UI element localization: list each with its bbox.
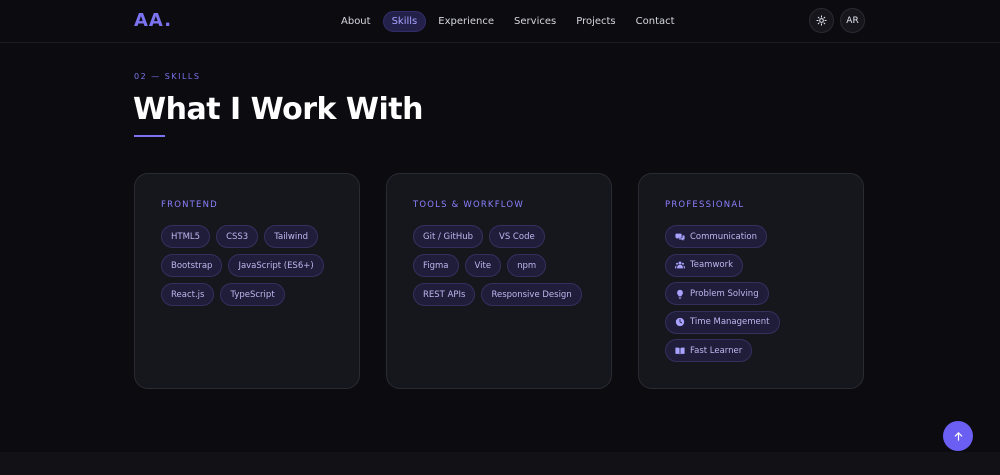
nav-link-experience[interactable]: Experience: [430, 12, 502, 31]
skill-chip[interactable]: Tailwind: [264, 225, 319, 248]
skill-chip[interactable]: JavaScript (ES6+): [228, 254, 324, 277]
nav-actions: AR: [809, 8, 865, 33]
theme-toggle-button[interactable]: [809, 8, 834, 33]
skill-chip-fast-learner[interactable]: Fast Learner: [665, 339, 753, 362]
scroll-to-top-button[interactable]: [943, 421, 973, 451]
brand-logo[interactable]: AA.: [134, 10, 172, 31]
card-title: TOOLS & WORKFLOW: [413, 200, 524, 210]
chip-label: Time Management: [690, 317, 770, 327]
card-title: FRONTEND: [161, 200, 218, 210]
skills-card-tools: TOOLS & WORKFLOW Git / GitHub VS Code Fi…: [386, 173, 612, 389]
chip-label: Fast Learner: [690, 345, 743, 356]
skill-chip[interactable]: Figma: [413, 254, 459, 277]
skill-chip-communication[interactable]: Communication: [665, 225, 767, 248]
chat-icon: [675, 233, 685, 241]
section-eyebrow: 02 — SKILLS: [134, 72, 201, 81]
skill-chip-problem-solving[interactable]: Problem Solving: [665, 282, 769, 305]
card-title: PROFESSIONAL: [665, 200, 745, 210]
skill-chip[interactable]: Bootstrap: [161, 254, 223, 277]
skill-chip[interactable]: Responsive Design: [481, 283, 582, 306]
section-title: What I Work With: [133, 92, 423, 127]
skill-chip[interactable]: VS Code: [489, 225, 545, 248]
skill-chip[interactable]: React.js: [161, 283, 215, 306]
skill-chip-time-management[interactable]: Time Management: [665, 310, 780, 334]
nav-link-projects[interactable]: Projects: [568, 12, 623, 31]
skill-chip[interactable]: REST APIs: [413, 283, 476, 306]
skill-chip[interactable]: TypeScript: [220, 283, 285, 306]
skill-chip[interactable]: CSS3: [216, 225, 259, 248]
nav-link-contact[interactable]: Contact: [628, 12, 683, 31]
chip-label: Teamwork: [690, 260, 734, 270]
sun-icon: [816, 15, 827, 26]
top-navbar: AA. About Skills Experience Services Pro…: [0, 0, 1000, 43]
skill-chip[interactable]: Vite: [464, 254, 502, 277]
title-underline: [134, 135, 165, 137]
chip-label: Problem Solving: [690, 288, 759, 299]
clock-icon: [675, 317, 685, 327]
chip-label: Communication: [690, 231, 757, 242]
skills-card-frontend: FRONTEND HTML5 CSS3 Tailwind Bootstrap J…: [134, 173, 360, 389]
chip-list: HTML5 CSS3 Tailwind Bootstrap JavaScript…: [161, 225, 337, 306]
skill-chip[interactable]: HTML5: [161, 225, 211, 248]
chip-list: Git / GitHub VS Code Figma Vite npm REST…: [413, 225, 589, 306]
skill-chip[interactable]: npm: [507, 254, 547, 277]
arrow-up-icon: [954, 431, 962, 441]
skill-chip[interactable]: Git / GitHub: [413, 225, 484, 248]
nav-link-services[interactable]: Services: [506, 12, 564, 31]
skills-card-professional: PROFESSIONAL Communication Teamwork Prob…: [638, 173, 864, 389]
skill-chip-teamwork[interactable]: Teamwork: [665, 253, 744, 277]
language-toggle-button[interactable]: AR: [840, 8, 865, 33]
next-section-edge: [0, 452, 1000, 475]
nav-links: About Skills Experience Services Project…: [333, 10, 683, 32]
nav-link-about[interactable]: About: [333, 12, 379, 31]
chip-list: Communication Teamwork Problem Solving T…: [665, 225, 841, 362]
lightbulb-icon: [677, 289, 683, 299]
users-icon: [675, 261, 685, 269]
book-icon: [675, 347, 685, 355]
nav-link-skills[interactable]: Skills: [382, 10, 427, 32]
